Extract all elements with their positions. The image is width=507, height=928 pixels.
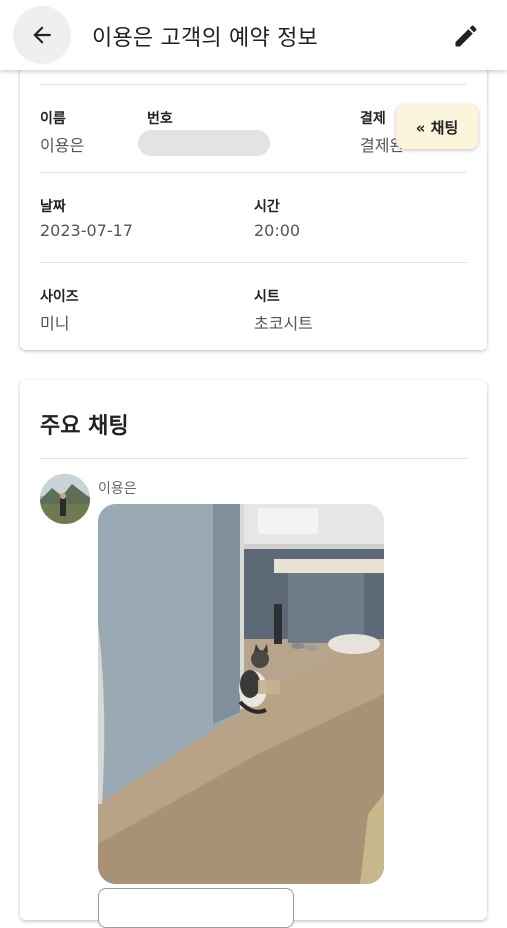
sheet-label: 시트	[254, 289, 280, 305]
message-sender: 이용은	[98, 481, 137, 497]
name-label: 이름	[40, 111, 66, 127]
date-value: 2023-07-17	[40, 221, 133, 240]
payment-label: 결제	[360, 111, 386, 127]
size-label: 사이즈	[40, 289, 79, 305]
key-chat-card: 주요 채팅 이용은	[20, 380, 487, 928]
sheet-value: 초코시트	[254, 314, 313, 333]
chat-section-title: 주요 채팅	[40, 414, 129, 439]
avatar[interactable]	[40, 474, 90, 524]
phone-label: 번호	[147, 111, 173, 127]
divider	[40, 262, 467, 263]
cat-photo	[98, 504, 384, 884]
avatar-image	[40, 474, 90, 524]
divider	[40, 458, 467, 459]
date-label: 날짜	[40, 199, 66, 215]
name-value: 이용은	[40, 136, 85, 155]
chat-button[interactable]: « 채팅	[396, 105, 478, 149]
divider	[40, 84, 467, 85]
reply-button[interactable]	[98, 888, 294, 928]
edit-button[interactable]	[448, 18, 484, 54]
chat-photo-message[interactable]	[98, 504, 384, 884]
size-value: 미니	[40, 314, 70, 333]
time-label: 시간	[254, 199, 280, 215]
pencil-icon	[455, 25, 477, 47]
reservation-info-card: 이름 이용은 번호 결제 결제완 날짜 2023-07-17 시간 20:00 …	[20, 60, 487, 350]
app-bar: 이용은 고객의 예약 정보	[0, 0, 507, 70]
time-value: 20:00	[254, 221, 301, 240]
divider	[40, 172, 467, 173]
back-button[interactable]	[13, 6, 71, 64]
page-title: 이용은 고객의 예약 정보	[92, 26, 318, 51]
phone-value-redacted	[138, 130, 270, 156]
arrow-left-icon	[33, 26, 51, 44]
